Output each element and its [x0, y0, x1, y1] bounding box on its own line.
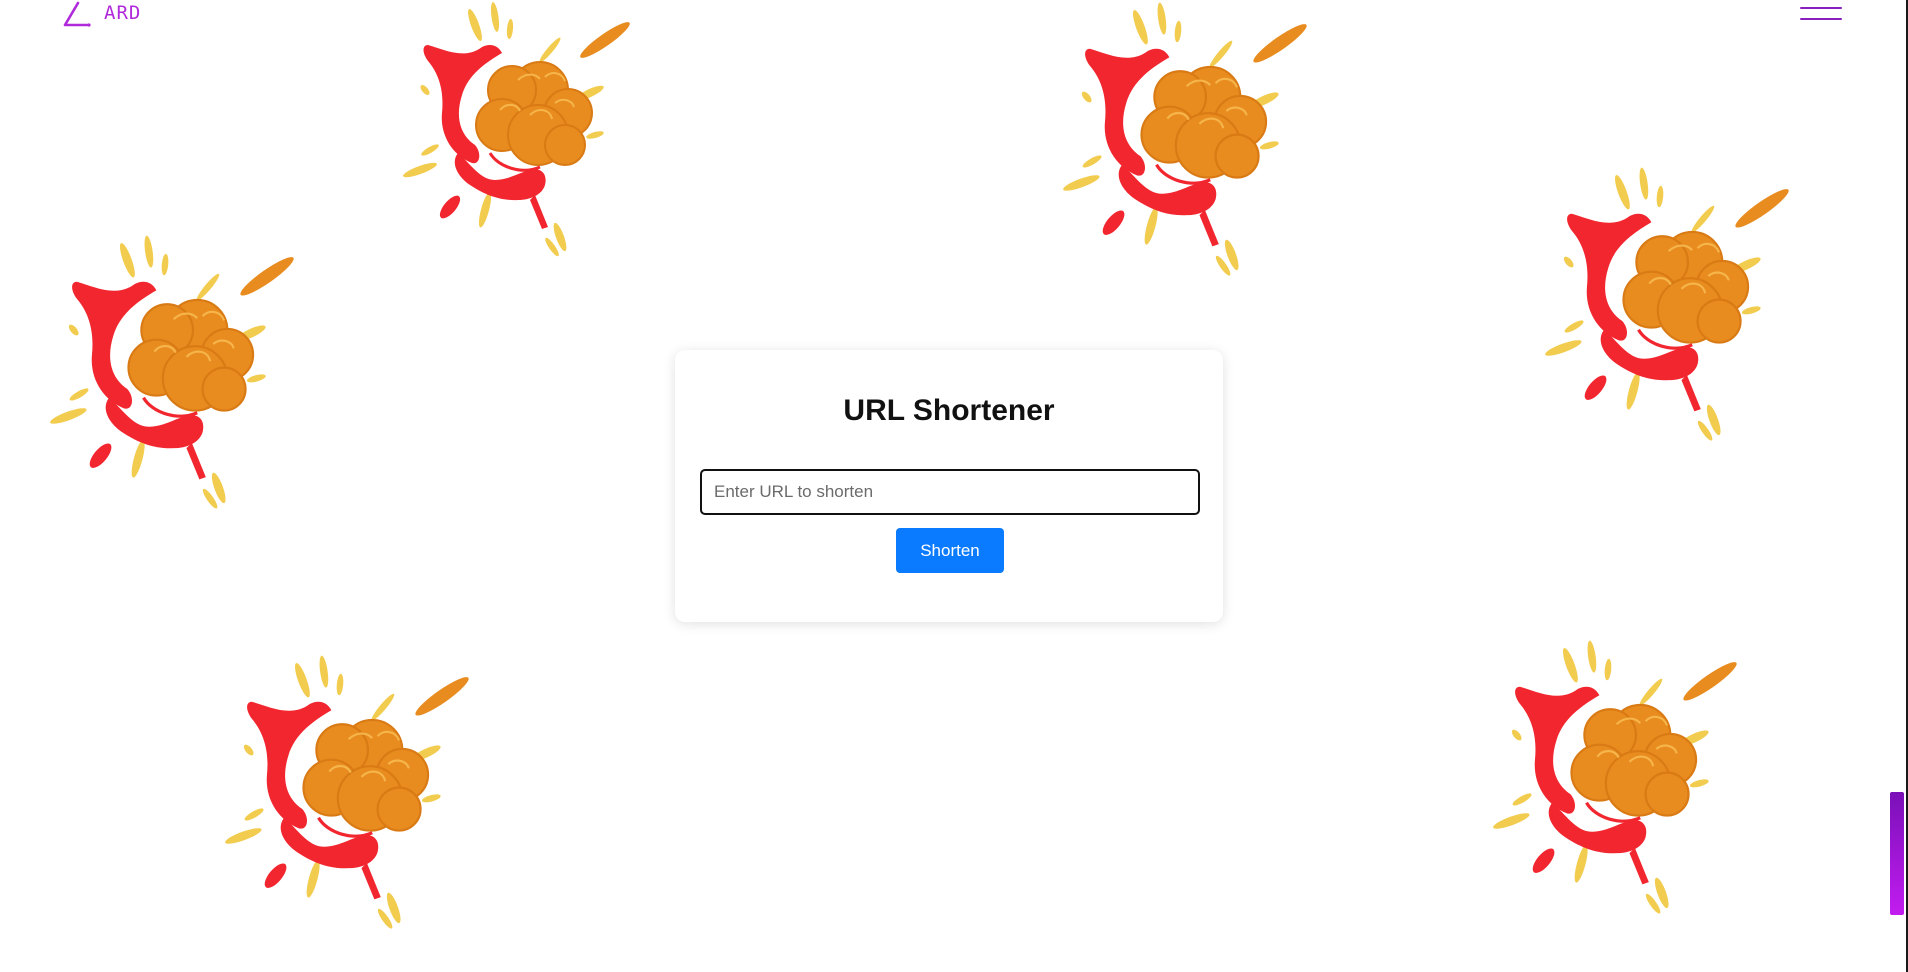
explosion-icon [222, 653, 474, 932]
explosion-icon [1542, 165, 1794, 444]
explosion-icon [400, 0, 635, 260]
explosion-icon [1060, 0, 1312, 279]
site-logo[interactable]: ARD [62, 0, 141, 28]
hamburger-menu-icon[interactable] [1800, 3, 1844, 25]
triangle-logo-icon [63, 1, 91, 27]
menu-line [1800, 18, 1842, 20]
page-title: URL Shortener [843, 394, 1055, 427]
menu-line [1800, 7, 1842, 9]
explosion-icon [1490, 638, 1742, 917]
shorten-button[interactable]: Shorten [896, 528, 1004, 573]
url-shortener-card: URL Shortener Shorten [675, 350, 1223, 622]
explosion-icon [47, 233, 299, 512]
url-input[interactable] [700, 469, 1200, 515]
logo-text: ARD [104, 1, 142, 24]
scrollbar-thumb[interactable] [1890, 792, 1904, 915]
